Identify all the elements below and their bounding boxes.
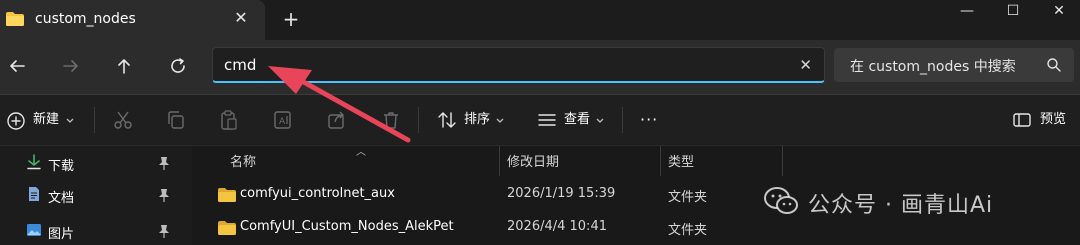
folder-icon [218,221,236,235]
toolbar-separator [622,107,623,133]
column-header-name[interactable]: 名称 [230,151,256,170]
view-icon [538,114,556,126]
share-icon[interactable] [326,109,348,131]
chevron-down-icon [496,118,504,123]
sidebar-item-documents[interactable]: 文档 [0,180,178,210]
pin-icon[interactable] [158,224,170,238]
search-box[interactable]: 在 custom_nodes 中搜索 [834,48,1074,82]
sidebar-item-downloads[interactable]: 下载 [0,148,178,178]
sort-button[interactable]: 排序 [464,109,490,131]
file-type: 文件夹 [668,190,708,205]
file-date: 2026/1/19 15:39 [507,186,616,201]
file-type: 文件夹 [668,223,708,238]
preview-button[interactable]: 预览 [1040,109,1066,131]
pin-icon[interactable] [158,156,170,170]
sort-icon [438,112,456,128]
view-button[interactable]: 查看 [564,109,590,131]
file-name: ComfyUI_Custom_Nodes_AlekPet [240,219,454,234]
column-separator[interactable] [782,146,783,176]
toolbar-separator [418,107,419,133]
sort-ascending-icon: ︿ [356,147,366,158]
sidebar-item-label: 图片 [48,227,75,242]
document-icon [29,187,39,201]
new-tab-button[interactable]: + [282,9,300,29]
cut-icon[interactable] [112,109,134,131]
sidebar-item-label: 下载 [48,159,75,174]
search-input[interactable]: 在 custom_nodes 中搜索 [850,56,1016,76]
column-header-date[interactable]: 修改日期 [507,151,559,170]
preview-pane-icon [1013,113,1031,127]
search-icon [1047,58,1061,72]
clear-address-icon[interactable]: ✕ [799,56,812,74]
minimize-button[interactable]: — [944,0,990,32]
file-name: comfyui_controlnet_aux [240,186,395,201]
up-arrow-icon[interactable] [113,55,135,77]
navigation-pane: 下载 文档 图片 [0,146,178,245]
table-row[interactable]: comfyui_controlnet_aux 2026/1/19 15:39 文… [192,183,792,211]
pin-icon[interactable] [158,188,170,202]
tab-custom-nodes[interactable]: custom_nodes ✕ [0,0,265,40]
file-date: 2026/4/4 10:41 [507,219,607,234]
address-input[interactable]: cmd [224,56,256,74]
download-icon [27,154,41,170]
table-row[interactable]: ComfyUI_Custom_Nodes_AlekPet 2026/4/4 10… [192,216,792,244]
watermark-text: 公众号 · 画青山Ai [808,193,994,218]
column-separator[interactable] [499,146,500,176]
forward-arrow-icon[interactable] [60,55,82,77]
picture-icon [27,224,41,236]
copy-icon[interactable] [165,109,187,131]
wechat-logo-icon [764,187,798,214]
more-options-button[interactable]: ··· [640,109,658,131]
navigation-bar: cmd ✕ 在 custom_nodes 中搜索 [0,40,1080,94]
title-bar: custom_nodes ✕ + — ☐ ✕ [0,0,1080,40]
paste-icon[interactable] [218,109,240,131]
svg-text:A: A [279,117,286,127]
column-header-type[interactable]: 类型 [668,151,694,170]
chevron-down-icon [66,118,74,123]
refresh-icon[interactable] [167,55,189,77]
folder-icon [6,12,24,26]
column-separator[interactable] [660,146,661,176]
sidebar-item-pictures[interactable]: 图片 [0,216,178,245]
address-bar[interactable]: cmd ✕ [212,47,825,83]
folder-icon [218,188,236,202]
maximize-button[interactable]: ☐ [990,0,1036,32]
command-toolbar: 新建 A 排序 查看 ··· 预览 [0,95,1080,145]
sidebar-item-label: 文档 [48,191,75,206]
close-window-button[interactable]: ✕ [1036,0,1080,32]
new-button[interactable]: 新建 [33,109,59,131]
tab-title: custom_nodes [35,11,136,27]
sidebar-scrollbar[interactable] [178,146,192,245]
delete-icon[interactable] [380,109,402,131]
back-arrow-icon[interactable] [6,55,28,77]
rename-icon[interactable]: A [272,109,294,131]
add-circle-icon [7,112,25,130]
tab-close-icon[interactable]: ✕ [232,9,250,27]
toolbar-separator [94,107,95,133]
chevron-down-icon [596,118,604,123]
